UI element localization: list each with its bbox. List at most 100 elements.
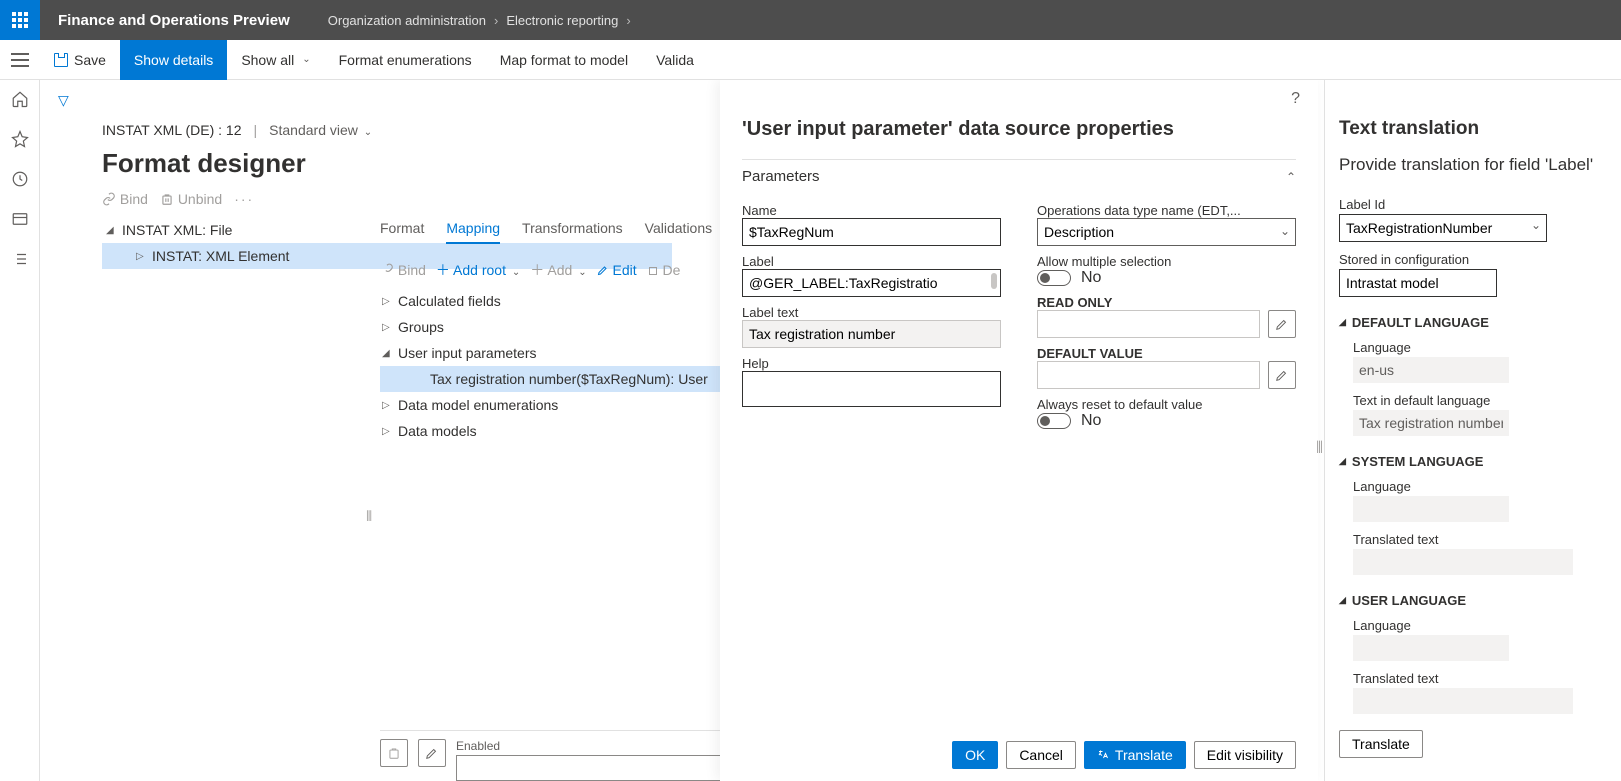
system-translated-input[interactable] — [1353, 549, 1573, 575]
help-icon[interactable]: ? — [1291, 90, 1300, 108]
bind-button[interactable]: Bind — [380, 262, 426, 278]
hamburger-button[interactable] — [0, 40, 40, 80]
list-icon[interactable] — [11, 250, 29, 268]
card-icon[interactable] — [11, 210, 29, 228]
expand-icon[interactable]: ▷ — [382, 296, 392, 307]
save-icon — [54, 53, 68, 67]
allow-multi-toggle[interactable] — [1037, 270, 1071, 286]
translate-button[interactable]: Translate — [1084, 741, 1186, 769]
tree-node[interactable]: ▷Groups — [380, 314, 720, 340]
home-icon[interactable] — [11, 90, 29, 108]
default-heading: DEFAULT VALUE — [1037, 346, 1296, 361]
translated-text-label: Translated text — [1353, 532, 1621, 547]
tree-node[interactable]: ▷Data model enumerations — [380, 392, 720, 418]
collapse-icon[interactable]: ◢ — [382, 348, 392, 359]
format-enumerations-button[interactable]: Format enumerations — [325, 40, 486, 80]
edit-icon-button[interactable] — [1268, 310, 1296, 338]
language-label: Language — [1353, 340, 1621, 355]
tab-bar: Format Mapping Transformations Validatio… — [380, 220, 720, 250]
mapping-panel: Format Mapping Transformations Validatio… — [380, 220, 720, 444]
name-input[interactable] — [742, 218, 1001, 246]
translation-subtitle: Provide translation for field 'Label' — [1339, 154, 1621, 193]
section-header[interactable]: Parameters ⌃ — [742, 159, 1296, 193]
edt-select[interactable] — [1037, 218, 1296, 246]
show-details-label: Show details — [134, 52, 213, 68]
map-format-button[interactable]: Map format to model — [486, 40, 642, 80]
more-button[interactable]: ··· — [234, 191, 254, 207]
tab-format[interactable]: Format — [380, 220, 424, 244]
section-user-language[interactable]: ◢USER LANGUAGE — [1339, 593, 1621, 608]
page-title: Format designer — [40, 142, 680, 191]
user-translated-input[interactable] — [1353, 688, 1573, 714]
expand-icon[interactable]: ▷ — [382, 426, 392, 437]
readonly-input[interactable] — [1037, 310, 1260, 338]
name-label: Name — [742, 203, 1001, 218]
tab-validations[interactable]: Validations — [645, 220, 712, 244]
help-input[interactable] — [742, 371, 1001, 407]
scrollbar[interactable] — [991, 273, 997, 289]
expand-icon[interactable]: ▷ — [382, 400, 392, 411]
cancel-button[interactable]: Cancel — [1006, 741, 1076, 769]
tree-node[interactable]: Tax registration number($TaxRegNum): Use… — [380, 366, 720, 392]
add-button[interactable]: ＋ Add ⌄ — [530, 260, 586, 280]
tree-node[interactable]: ▷Data models — [380, 418, 720, 444]
tree-node[interactable]: ▷Calculated fields — [380, 288, 720, 314]
default-language-input — [1353, 357, 1509, 383]
star-icon[interactable] — [11, 130, 29, 148]
tab-mapping[interactable]: Mapping — [446, 220, 500, 244]
section-label: Parameters — [742, 168, 820, 185]
validate-button[interactable]: Valida — [642, 40, 708, 80]
collapse-icon[interactable]: ◢ — [106, 225, 116, 236]
breadcrumb: Organization administration › Electronic… — [308, 13, 631, 28]
show-all-button[interactable]: Show all ⌄ — [227, 40, 324, 80]
view-selector[interactable]: Standard view ⌄ — [269, 122, 372, 138]
always-reset-toggle[interactable] — [1037, 413, 1071, 429]
show-details-button[interactable]: Show details — [120, 40, 227, 80]
tab-transformations[interactable]: Transformations — [522, 220, 623, 244]
label-id-label: Label Id — [1339, 197, 1621, 212]
label-id-select[interactable] — [1339, 214, 1547, 242]
breadcrumb-item[interactable]: Organization administration — [328, 13, 486, 28]
breadcrumb-item[interactable]: Electronic reporting — [506, 13, 618, 28]
collapse-icon: ◢ — [1339, 456, 1346, 467]
edit-button[interactable]: Edit — [597, 262, 637, 278]
validate-label: Valida — [656, 52, 694, 68]
splitter-icon[interactable]: ⦀ — [1316, 440, 1323, 458]
tree-node[interactable]: ◢User input parameters — [380, 340, 720, 366]
label-field-label: Label — [742, 254, 1001, 269]
tree-node-label: INSTAT: XML Element — [152, 248, 289, 264]
expand-icon[interactable]: ▷ — [136, 251, 146, 262]
add-root-button[interactable]: ＋ Add root ⌄ — [436, 260, 520, 280]
panel-footer: OK Cancel Translate Edit visibility — [952, 741, 1296, 769]
map-format-label: Map format to model — [500, 52, 628, 68]
delete-button[interactable]: De — [647, 262, 681, 278]
left-rail — [0, 80, 40, 781]
splitter-icon[interactable]: ⦀ — [366, 508, 372, 525]
section-system-language[interactable]: ◢SYSTEM LANGUAGE — [1339, 454, 1621, 469]
ok-button[interactable]: OK — [952, 741, 998, 769]
expand-icon[interactable]: ▷ — [382, 322, 392, 333]
stored-input — [1339, 269, 1497, 297]
unbind-button[interactable]: Unbind — [160, 191, 222, 207]
edit-visibility-button[interactable]: Edit visibility — [1194, 741, 1296, 769]
delete-icon-button[interactable] — [380, 739, 408, 767]
edt-label: Operations data type name (EDT,... — [1037, 203, 1296, 218]
section-default-language[interactable]: ◢DEFAULT LANGUAGE — [1339, 315, 1621, 330]
translate-action-button[interactable]: Translate — [1339, 730, 1423, 758]
edit-icon-button[interactable] — [418, 739, 446, 767]
format-enums-label: Format enumerations — [339, 52, 472, 68]
chevron-down-icon: ⌄ — [302, 54, 310, 65]
edit-icon-button[interactable] — [1268, 361, 1296, 389]
translated-text-label: Translated text — [1353, 671, 1621, 686]
default-input[interactable] — [1037, 361, 1260, 389]
bind-button[interactable]: Bind — [102, 191, 148, 207]
label-input[interactable] — [742, 269, 1001, 297]
system-language-input[interactable] — [1353, 496, 1509, 522]
save-label: Save — [74, 52, 106, 68]
chevron-down-icon: ⌄ — [364, 127, 372, 138]
filter-icon[interactable]: ▽ — [58, 92, 69, 108]
clock-icon[interactable] — [11, 170, 29, 188]
waffle-button[interactable] — [0, 0, 40, 40]
save-button[interactable]: Save — [40, 40, 120, 80]
user-language-input[interactable] — [1353, 635, 1509, 661]
